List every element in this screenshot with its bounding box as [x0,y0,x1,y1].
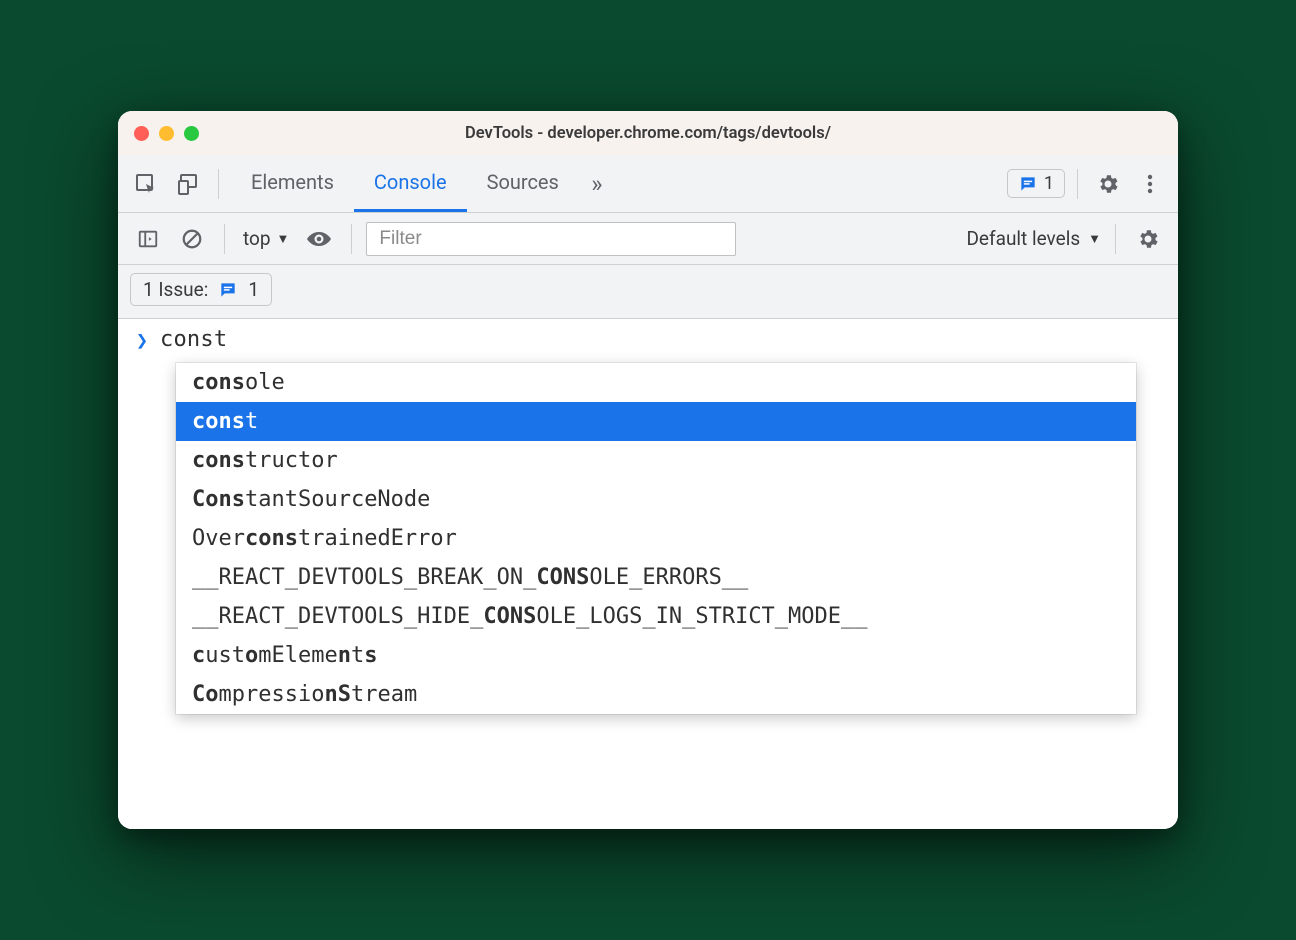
chevron-down-icon: ▼ [1088,231,1101,247]
levels-label: Default levels [966,227,1080,250]
divider [224,224,225,254]
issue-bar-count: 1 [248,278,259,301]
device-toolbar-icon[interactable] [170,166,206,202]
autocomplete-item[interactable]: CompressionStream [176,675,1136,714]
console-body: ❯ const consoleconstconstructorConstantS… [118,319,1178,829]
autocomplete-item[interactable]: const [176,402,1136,441]
clear-console-icon[interactable] [174,221,210,257]
autocomplete-item[interactable]: customElements [176,636,1136,675]
settings-icon[interactable] [1090,166,1126,202]
chevron-down-icon: ▼ [277,231,290,247]
console-prompt[interactable]: ❯ const [118,319,1178,358]
divider [1077,169,1078,199]
autocomplete-item[interactable]: __REACT_DEVTOOLS_BREAK_ON_CONSOLE_ERRORS… [176,558,1136,597]
panel-tabs: Elements Console Sources » [231,155,615,212]
window-title: DevTools - developer.chrome.com/tags/dev… [118,124,1178,143]
divider [218,169,219,199]
console-toolbar: top ▼ Default levels ▼ [118,213,1178,265]
main-toolbar: Elements Console Sources » 1 [118,155,1178,213]
tab-console[interactable]: Console [354,155,467,212]
zoom-window-button[interactable] [184,126,199,141]
divider [1115,224,1116,254]
toggle-console-sidebar-icon[interactable] [130,221,166,257]
issues-badge-count: 1 [1044,173,1054,194]
filter-input[interactable] [366,222,736,256]
chat-icon [218,280,238,300]
issue-bar-row: 1 Issue: 1 [118,265,1178,319]
titlebar: DevTools - developer.chrome.com/tags/dev… [118,111,1178,155]
console-settings-icon[interactable] [1130,221,1166,257]
execution-context-selector[interactable]: top ▼ [239,227,293,250]
devtools-window: DevTools - developer.chrome.com/tags/dev… [118,111,1178,829]
prompt-input-text: const [160,327,227,352]
autocomplete-popup: consoleconstconstructorConstantSourceNod… [176,363,1136,714]
autocomplete-item[interactable]: __REACT_DEVTOOLS_HIDE_CONSOLE_LOGS_IN_ST… [176,597,1136,636]
minimize-window-button[interactable] [159,126,174,141]
divider [351,224,352,254]
autocomplete-item[interactable]: ConstantSourceNode [176,480,1136,519]
autocomplete-item[interactable]: constructor [176,441,1136,480]
issues-badge[interactable]: 1 [1007,169,1065,198]
context-label: top [243,227,271,250]
live-expression-icon[interactable] [301,221,337,257]
autocomplete-item[interactable]: console [176,363,1136,402]
prompt-arrow-icon: ❯ [136,328,148,352]
log-levels-selector[interactable]: Default levels ▼ [966,227,1101,250]
inspect-element-icon[interactable] [128,166,164,202]
more-options-icon[interactable] [1132,166,1168,202]
chat-icon [1018,174,1038,194]
autocomplete-item[interactable]: OverconstrainedError [176,519,1136,558]
traffic-lights [134,126,199,141]
more-tabs-icon[interactable]: » [579,166,615,202]
tab-sources[interactable]: Sources [467,155,579,212]
close-window-button[interactable] [134,126,149,141]
issue-bar[interactable]: 1 Issue: 1 [130,273,272,306]
issue-bar-label: 1 Issue: [143,278,208,301]
tab-elements[interactable]: Elements [231,155,354,212]
